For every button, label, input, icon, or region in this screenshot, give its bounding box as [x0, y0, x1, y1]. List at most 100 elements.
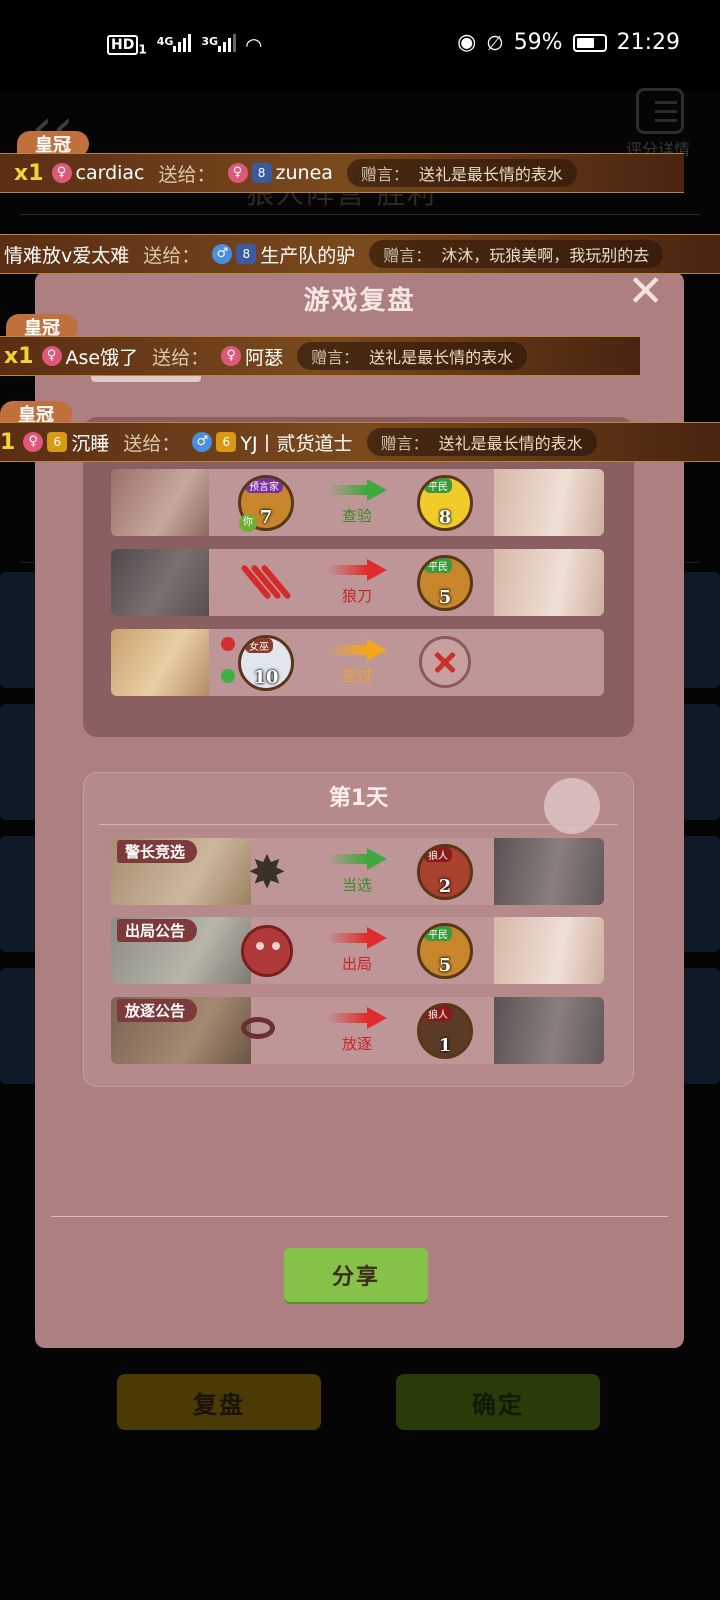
dialog-title: 游戏复盘: [303, 286, 416, 316]
signal-icon-2: 3G: [201, 32, 237, 57]
gift-count: x1: [4, 343, 34, 369]
night-action-row: 狼刀 平民 5: [111, 549, 604, 616]
gift-receiver: zunea: [275, 162, 333, 184]
night-action-row: 女巫 10 空过: [111, 629, 604, 696]
witch-portrait: [111, 629, 209, 696]
arrow-right-icon: [327, 1007, 387, 1029]
level-badge: 8: [236, 244, 257, 264]
villager-portrait: [494, 917, 604, 984]
you-badge: 你: [239, 514, 257, 532]
gift-banner: x1 ♀ cardiac 送给： ♀ 8 zunea 赠言： 送礼是最长情的表水: [0, 153, 684, 193]
clock: 21:29: [616, 30, 680, 55]
status-bar: HD 1 4G 3G ◠ ◉ ∅ 59% 21:29: [0, 0, 720, 92]
female-icon: ♀: [23, 432, 44, 452]
target-avatar: 平民 5: [417, 923, 473, 979]
action-label: 空过: [341, 667, 372, 685]
action: 当选: [325, 848, 389, 895]
score-details-icon[interactable]: [636, 88, 684, 134]
battery-percent: 59%: [513, 30, 563, 55]
gift-label: 送给：: [123, 432, 181, 455]
gift-count: x1: [14, 160, 44, 186]
player-tile: [682, 572, 720, 688]
gift-label: 送给：: [143, 244, 201, 267]
player-tile: [0, 572, 38, 688]
gift-sender: Ase饿了: [65, 346, 139, 369]
arrow-right-icon: [327, 639, 387, 661]
female-icon: ♀: [41, 346, 62, 366]
hd-icon: HD 1: [107, 33, 147, 56]
share-button[interactable]: 分享: [284, 1248, 428, 1302]
day-section: 第1天 警长竞选 ✸ 当选 狼人 2 出局公告 出局 平民 5 放逐公告 放逐 …: [83, 772, 634, 1087]
wifi-icon: ◠: [246, 32, 262, 57]
divider: [99, 824, 618, 825]
gift-message: 赠言： 沐沐，玩狼美啊，我玩别的去: [369, 240, 664, 268]
action: 放逐: [325, 1007, 389, 1054]
player-tile: [0, 704, 38, 820]
gift-message: 赠言： 送礼是最长情的表水: [297, 342, 528, 370]
player-tile: [0, 836, 38, 952]
player-number: 10: [253, 667, 279, 688]
action: 狼刀: [325, 559, 389, 606]
gift-receiver: YJ丨贰货道士: [240, 432, 353, 455]
female-icon: ♀: [227, 163, 248, 183]
skull-icon: [241, 925, 293, 977]
target-avatar: 狼人 2: [417, 844, 473, 900]
gift-receiver: 阿瑟: [245, 346, 284, 369]
level-badge: 6: [216, 432, 237, 452]
close-icon[interactable]: ✕: [627, 272, 664, 314]
gift-sender: cardiac: [75, 162, 145, 184]
potion-icon: [221, 669, 235, 683]
confirm-button[interactable]: 确定: [396, 1374, 600, 1430]
status-right: ◉ ∅ 59% 21:29: [457, 30, 680, 55]
female-icon: ♀: [51, 163, 72, 183]
day-event-row: 出局公告 出局 平民 5: [111, 917, 604, 984]
werewolf-portrait: [494, 997, 604, 1064]
gift-label: 送给：: [158, 163, 216, 186]
action-label: 狼刀: [341, 587, 372, 605]
player-number: 1: [438, 1035, 452, 1056]
role-badge: 预言家: [245, 478, 283, 493]
role-badge: 狼人: [424, 1006, 452, 1021]
action: 出局: [325, 927, 389, 974]
gift-sender: 情难放v爱太难: [4, 244, 130, 267]
day-event-row: 放逐公告 放逐 狼人 1: [111, 997, 604, 1064]
gift-message: 赠言： 送礼是最长情的表水: [346, 159, 577, 187]
night-section: 预言家 7 你 查验 平民 8 狼刀 平民 5 女巫 10 空过: [83, 417, 634, 737]
player-tile: [0, 968, 38, 1084]
player-tile: [682, 704, 720, 820]
action: 查验: [325, 479, 389, 526]
player-number: 5: [438, 587, 452, 608]
male-icon: ♂: [212, 244, 233, 264]
target-avatar: 狼人 1: [417, 1003, 473, 1059]
action-label: 当选: [341, 876, 372, 894]
gift-receiver: 生产队的驴: [260, 244, 356, 267]
role-badge: 狼人: [424, 847, 452, 862]
role-badge: 女巫: [245, 638, 273, 653]
action-label: 放逐: [341, 1035, 372, 1053]
signal-icon: 4G: [157, 32, 192, 57]
handcuffs-icon: [241, 1017, 275, 1039]
battery-icon: [572, 33, 607, 52]
werewolf-portrait: [111, 549, 209, 616]
divider: [20, 214, 700, 215]
female-icon: ♀: [221, 346, 242, 366]
arrow-right-icon: [327, 479, 387, 501]
arrow-right-icon: [327, 927, 387, 949]
arrow-right-icon: [327, 559, 387, 581]
no-target-icon: [419, 636, 471, 688]
bell-off-icon: ∅: [486, 30, 504, 55]
night-action-row: 预言家 7 你 查验 平民 8: [111, 469, 604, 536]
event-tag: 放逐公告: [117, 999, 198, 1022]
replay-button[interactable]: 复盘: [117, 1374, 321, 1430]
event-tag: 出局公告: [117, 919, 198, 942]
sheriff-badge-icon: ✸: [247, 845, 287, 899]
villager-portrait: [494, 469, 604, 536]
arrow-right-icon: [327, 848, 387, 870]
target-avatar: 平民 5: [417, 555, 473, 611]
player-tile: [682, 836, 720, 952]
male-icon: ♂: [192, 432, 213, 452]
eye-icon: ◉: [457, 30, 477, 55]
action-label: 出局: [341, 955, 372, 973]
action: 空过: [325, 639, 389, 686]
level-badge: 8: [251, 163, 272, 183]
